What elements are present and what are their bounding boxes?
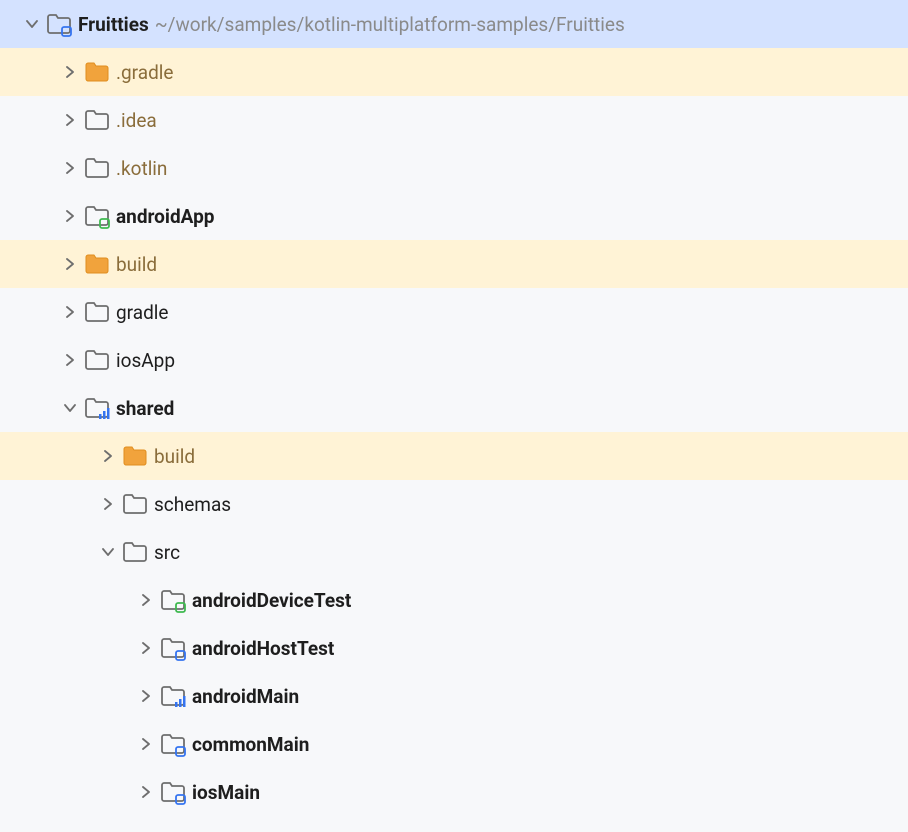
folder-icon [122,539,148,565]
tree-label: androidMain [192,685,299,708]
tree-root-path: ~/work/samples/kotlin-multiplatform-samp… [155,13,625,36]
tree-row-schemas[interactable]: schemas [0,480,908,528]
chevron-right-icon[interactable] [56,192,84,240]
chevron-right-icon[interactable] [94,432,122,480]
tree-row-root[interactable]: Fruitties ~/work/samples/kotlin-multipla… [0,0,908,48]
folder-module-group-icon [84,395,110,421]
chevron-right-icon[interactable] [132,720,160,768]
chevron-right-icon[interactable] [132,768,160,816]
tree-label: shared [116,397,174,420]
chevron-right-icon[interactable] [56,144,84,192]
chevron-right-icon[interactable] [56,96,84,144]
tree-label: build [154,445,195,468]
tree-row-iosapp[interactable]: iosApp [0,336,908,384]
tree-label: androidHostTest [192,637,334,660]
folder-icon [84,155,110,181]
folder-android-module-icon [84,203,110,229]
chevron-right-icon[interactable] [56,288,84,336]
folder-excluded-icon [84,59,110,85]
folder-icon [84,299,110,325]
tree-label: schemas [154,493,231,516]
folder-module-icon [160,779,186,805]
chevron-right-icon[interactable] [56,48,84,96]
chevron-right-icon[interactable] [132,672,160,720]
tree-row-androidapp[interactable]: androidApp [0,192,908,240]
chevron-right-icon[interactable] [56,336,84,384]
tree-row-build[interactable]: build [0,240,908,288]
tree-row-androidhosttest[interactable]: androidHostTest [0,624,908,672]
tree-label: Fruitties [78,13,149,36]
tree-label: src [154,541,180,564]
tree-row-gradle[interactable]: gradle [0,288,908,336]
project-tree: Fruitties ~/work/samples/kotlin-multipla… [0,0,908,816]
folder-module-icon [160,635,186,661]
folder-module-icon [46,11,72,37]
tree-row-iosmain[interactable]: iosMain [0,768,908,816]
chevron-down-icon[interactable] [18,0,46,48]
tree-label: gradle [116,301,168,324]
tree-row-shared[interactable]: shared [0,384,908,432]
tree-label: androidApp [116,205,214,228]
tree-label: iosApp [116,349,175,372]
tree-row-androidmain[interactable]: androidMain [0,672,908,720]
tree-label: .idea [116,109,157,132]
tree-label: commonMain [192,733,309,756]
tree-label: iosMain [192,781,260,804]
folder-excluded-icon [84,251,110,277]
chevron-right-icon[interactable] [94,480,122,528]
folder-icon [84,347,110,373]
tree-label: build [116,253,157,276]
chevron-right-icon[interactable] [56,240,84,288]
tree-label: androidDeviceTest [192,589,351,612]
chevron-right-icon[interactable] [132,576,160,624]
tree-label: .gradle [116,61,174,84]
tree-row-src[interactable]: src [0,528,908,576]
folder-icon [84,107,110,133]
tree-row-commonmain[interactable]: commonMain [0,720,908,768]
tree-row-gradle-hidden[interactable]: .gradle [0,48,908,96]
chevron-down-icon[interactable] [94,528,122,576]
folder-icon [122,491,148,517]
folder-excluded-icon [122,443,148,469]
folder-module-group-icon [160,683,186,709]
chevron-right-icon[interactable] [132,624,160,672]
tree-row-kotlin[interactable]: .kotlin [0,144,908,192]
chevron-down-icon[interactable] [56,384,84,432]
tree-row-idea[interactable]: .idea [0,96,908,144]
folder-test-module-icon [160,587,186,613]
folder-module-icon [160,731,186,757]
tree-row-androiddevicetest[interactable]: androidDeviceTest [0,576,908,624]
tree-label: .kotlin [116,157,167,180]
tree-row-shared-build[interactable]: build [0,432,908,480]
